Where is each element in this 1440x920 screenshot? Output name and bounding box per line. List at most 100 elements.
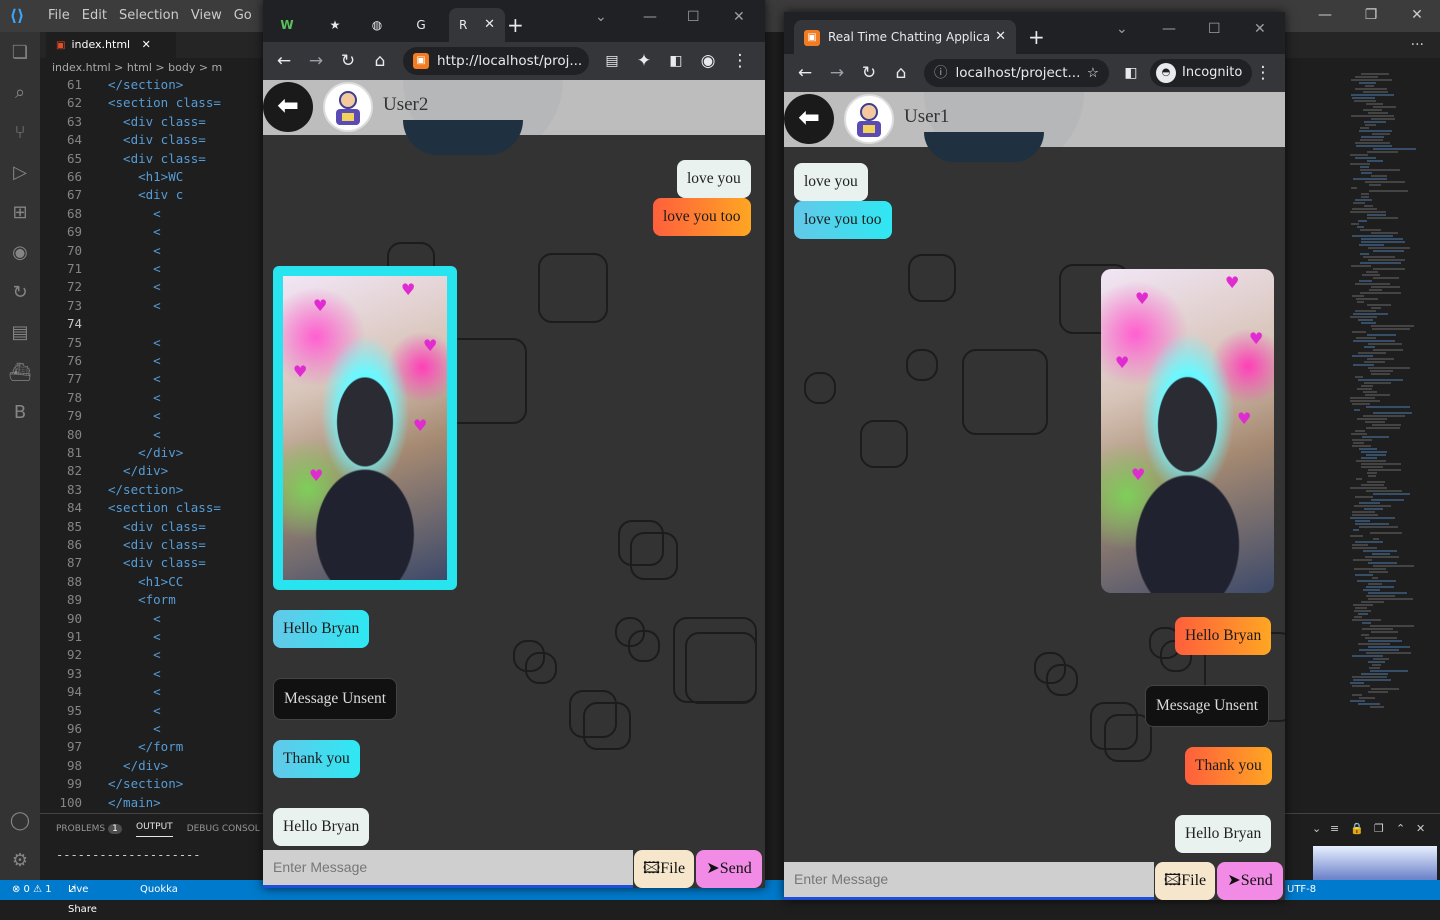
code-editor[interactable]: 61 </section> 62 <section class= 63 <div cla… [40,78,265,813]
menu-kebab-icon[interactable]: ⋮ [729,51,751,71]
code-line[interactable]: 96 < [40,720,265,738]
settings-gear-icon[interactable]: ⚙ [0,840,40,880]
code-line[interactable]: 64 <div class= [40,131,265,149]
tab-close-icon[interactable]: ✕ [484,8,495,42]
code-line[interactable]: 80 < [40,426,265,444]
code-line[interactable]: 99 </section> [40,775,265,793]
forward-icon[interactable]: → [826,63,848,83]
editor-tab-index-html[interactable]: ▣ index.html ✕ [46,32,176,58]
menu-selection[interactable]: Selection [113,0,185,32]
code-line[interactable]: 70 < [40,242,265,260]
code-line[interactable]: 97 </form [40,738,265,756]
new-tab-icon[interactable]: + [1028,20,1045,54]
code-line[interactable]: 73 < [40,297,265,315]
taskbar-thumbnail[interactable] [1313,846,1437,880]
run-debug-icon[interactable]: ▷ [0,152,40,192]
source-control-icon[interactable]: ⑂ [0,112,40,152]
code-line[interactable]: 84 <section class= [40,499,265,517]
avatar[interactable] [323,82,373,132]
code-line[interactable]: 75 < [40,334,265,352]
notebook-icon[interactable]: ▤ [0,312,40,352]
reader-icon[interactable]: ▤ [601,51,623,71]
send-button[interactable]: ➤Send [696,850,762,888]
search-icon[interactable]: ⌕ [0,72,40,112]
restore-icon[interactable]: ❐ [1348,0,1394,32]
file-button[interactable]: 🖾File [1155,862,1215,900]
menu-view[interactable]: View [185,0,228,32]
back-button[interactable]: ⬅ [784,94,834,144]
close-icon[interactable]: ✕ [1394,0,1440,32]
maximize-icon[interactable]: ☐ [687,8,700,26]
bookmark-star-icon[interactable]: ☆ [1087,59,1099,87]
code-line[interactable]: 83 </section> [40,481,265,499]
code-line[interactable]: 89 <form [40,591,265,609]
code-line[interactable]: 69 < [40,223,265,241]
tab-close-icon[interactable]: ✕ [989,20,1006,54]
chat-image-message[interactable]: ♥ ♥ ♥ ♥ ♥ ♥ [1101,269,1274,593]
tab-search-icon[interactable]: ⌄ [1116,20,1128,38]
tab-favicon-w[interactable]: W [275,8,299,42]
code-line[interactable]: 79 < [40,407,265,425]
breadcrumb[interactable]: index.html > html > body > m [40,58,265,78]
send-button[interactable]: ➤Send [1217,862,1283,900]
minimize-icon[interactable]: — [1302,0,1348,32]
code-line[interactable]: 94 < [40,683,265,701]
home-icon[interactable]: ⌂ [369,51,391,71]
code-line[interactable]: 85 <div class= [40,518,265,536]
back-icon[interactable]: ← [273,51,295,71]
incognito-indicator[interactable]: ◓ Incognito [1150,59,1253,87]
menu-kebab-icon[interactable]: ⋮ [1252,63,1274,83]
docker-icon[interactable]: ⛴ [0,352,40,392]
more-actions-icon[interactable]: ··· [1411,37,1424,53]
minimize-icon[interactable]: — [1162,20,1176,38]
code-line[interactable]: 71 < [40,260,265,278]
code-line[interactable]: 91 < [40,628,265,646]
tab-search-icon[interactable]: ⌄ [595,8,607,26]
new-tab-icon[interactable]: + [507,8,524,42]
code-line[interactable]: 92 < [40,646,265,664]
status-quokka[interactable]: Quokka [140,880,178,900]
chevron-down-icon[interactable]: ⌄ [1312,822,1321,835]
code-line[interactable]: 88 <h1>CC [40,573,265,591]
home-icon[interactable]: ⌂ [890,63,912,83]
account-icon[interactable]: ◯ [0,800,40,840]
maximize-icon[interactable]: ☐ [1208,20,1221,38]
code-line[interactable]: 68 < [40,205,265,223]
bookmark-b-icon[interactable]: B [0,392,40,432]
panel-tab-output[interactable]: OUTPUT [136,822,173,837]
file-button[interactable]: 🖾File [634,850,694,888]
close-panel-icon[interactable]: ✕ [1416,822,1425,835]
code-line[interactable]: 95 < [40,702,265,720]
code-line[interactable]: 77 < [40,370,265,388]
code-line[interactable]: 67 <div c [40,186,265,204]
extensions-puzzle-icon[interactable]: ✦ [633,51,655,71]
github-icon[interactable]: ◉ [0,232,40,272]
code-line[interactable]: 65 <div class= [40,150,265,168]
code-line[interactable]: 93 < [40,665,265,683]
code-line[interactable]: 74 [40,315,265,333]
split-icon[interactable]: ❐ [1374,822,1384,835]
code-line[interactable]: 87 <div class= [40,554,265,572]
reload-icon[interactable]: ↻ [337,51,359,71]
minimap[interactable] [1340,70,1440,810]
chat-image-message[interactable]: ♥ ♥ ♥ ♥ ♥ ♥ [273,266,457,590]
code-line[interactable]: 63 <div class= [40,113,265,131]
forward-icon[interactable]: → [305,51,327,71]
site-info-icon[interactable]: ⓘ [934,65,948,81]
panel-tab-debug-console[interactable]: DEBUG CONSOL [187,824,260,834]
minimize-icon[interactable]: — [643,8,657,26]
menu-go[interactable]: Go [228,0,258,32]
address-bar[interactable]: ⓘ localhost/project... ☆ [924,59,1109,87]
clear-output-icon[interactable]: ≡ [1330,822,1339,835]
code-line[interactable]: 61 </section> [40,78,265,94]
tab-favicon-globe[interactable]: ◍ [365,8,389,42]
back-icon[interactable]: ← [794,63,816,83]
menu-file[interactable]: File [42,0,76,32]
code-line[interactable]: 78 < [40,389,265,407]
code-line[interactable]: 86 <div class= [40,536,265,554]
reload-icon[interactable]: ↻ [858,63,880,83]
profile-avatar-icon[interactable]: ◉ [697,51,719,71]
active-tab[interactable]: R ✕ [449,8,505,42]
code-line[interactable]: 98 </div> [40,757,265,775]
code-line[interactable]: 66 <h1>WC [40,168,265,186]
